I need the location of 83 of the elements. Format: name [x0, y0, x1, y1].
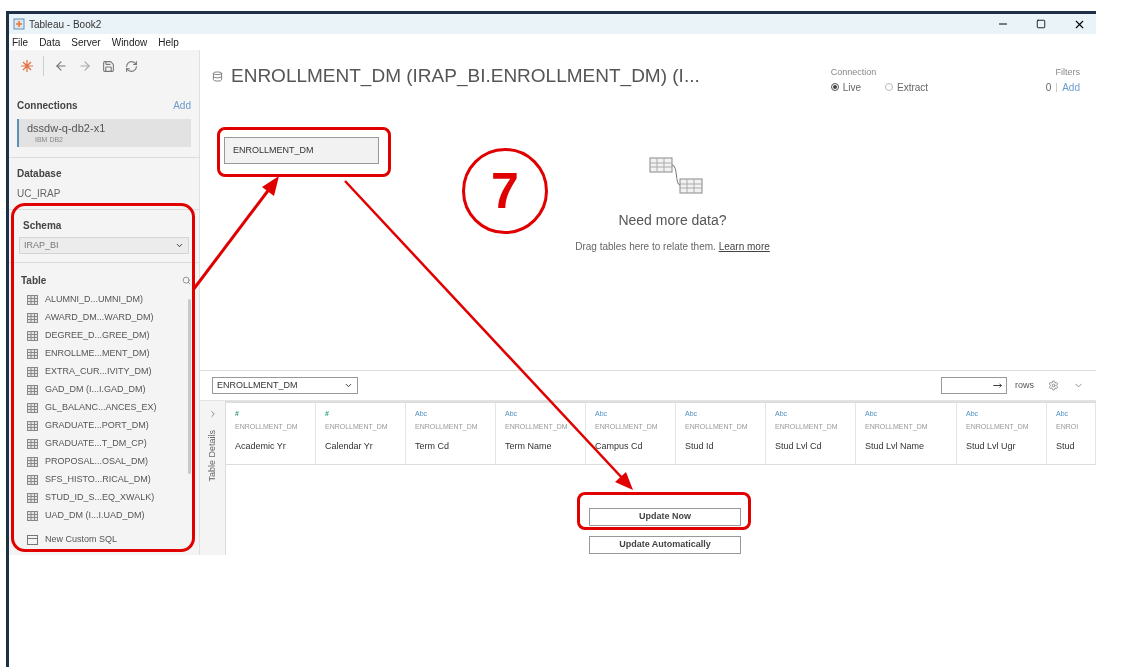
table-list-item[interactable]: ALUMNI_D...UMNI_DM)	[27, 291, 188, 309]
table-icon	[27, 349, 38, 359]
scrollbar[interactable]	[188, 299, 191, 474]
column-name: Stud	[1056, 440, 1076, 453]
column-name: Stud Lvl Cd	[775, 440, 823, 453]
column-name: Campus Cd	[595, 440, 644, 453]
table-list-item[interactable]: PROPOSAL...OSAL_DM)	[27, 453, 188, 471]
column-name: Term Name	[505, 440, 553, 453]
table-icon	[27, 313, 38, 323]
table-icon	[27, 493, 38, 503]
table-details-panel[interactable]: Table Details	[200, 401, 226, 555]
table-icon	[27, 295, 38, 305]
table-list-item[interactable]: DEGREE_D...GREE_DM)	[27, 327, 188, 345]
table-list-item[interactable]: GRADUATE...PORT_DM)	[27, 417, 188, 435]
table-list-item[interactable]: GL_BALANC...ANCES_EX)	[27, 399, 188, 417]
table-icon	[27, 511, 38, 521]
settings-icon[interactable]	[1048, 380, 1059, 391]
connection-name: dssdw-q-db2-x1	[27, 122, 107, 135]
menu-item[interactable]: Data	[39, 34, 61, 50]
column-name: Term Cd	[415, 440, 450, 453]
filters-label: Filters	[1055, 66, 1080, 79]
table-icon	[27, 439, 38, 449]
column-name: Stud Id	[685, 440, 715, 453]
table-icon	[27, 475, 38, 485]
table-list-item[interactable]: ENROLLME...MENT_DM)	[27, 345, 188, 363]
section-heading: Connections	[17, 99, 78, 113]
column-name: Calendar Yr	[325, 440, 374, 453]
update-button[interactable]: Update Now	[589, 508, 741, 526]
rows-label: rows	[1015, 378, 1034, 392]
caret-icon	[175, 241, 184, 250]
forward-icon[interactable]	[78, 59, 92, 73]
search-icon[interactable]	[182, 276, 191, 285]
table-list-item[interactable]: GRADUATE...T_DM_CP)	[27, 435, 188, 453]
menu-item[interactable]: Window	[111, 34, 148, 50]
table-list-item[interactable]: UAD_DM (I...I.UAD_DM)	[27, 507, 188, 525]
refresh-icon[interactable]	[125, 59, 138, 73]
table-list-item[interactable]: STUD_ID_S...EQ_XWALK)	[27, 489, 188, 507]
learn-more-link[interactable]: Learn more	[718, 241, 770, 252]
step-number: 7	[462, 148, 548, 234]
back-icon[interactable]	[54, 59, 68, 73]
table-icon	[27, 385, 38, 395]
table-dropdown[interactable]: ENROLLMENT_DM	[212, 377, 358, 394]
section-heading: Database	[17, 167, 63, 181]
column-name: Stud Lvl Name	[865, 440, 926, 453]
connection-radio[interactable]: Extract	[885, 79, 929, 95]
table-list-item[interactable]: AWARD_DM...WARD_DM)	[27, 309, 188, 327]
schema-dropdown[interactable]: IRAP_BI	[19, 237, 189, 254]
menu-item[interactable]: Help	[158, 34, 179, 50]
save-icon[interactable]	[102, 59, 115, 73]
logo-icon	[21, 60, 33, 72]
menu-item[interactable]: Server	[71, 34, 101, 50]
empty-state-text: Drag tables here to relate them. Learn more	[575, 240, 770, 254]
connection-radio[interactable]: Live	[830, 79, 861, 95]
table-list-item[interactable]: SFS_HISTO...RICAL_DM)	[27, 471, 188, 489]
section-heading: Table	[20, 274, 47, 288]
app-logo-icon	[13, 18, 25, 30]
column-name: Academic Yr	[235, 440, 287, 453]
table-icon	[27, 367, 38, 377]
table-icon	[27, 421, 38, 431]
filter-count: 0	[1045, 80, 1052, 95]
section-heading: Schema	[22, 219, 63, 233]
table-icon	[27, 457, 38, 467]
canvas-table[interactable]: ENROLLMENT_DM	[224, 137, 379, 164]
table-list-item[interactable]: EXTRA_CUR...IVITY_DM)	[27, 363, 188, 381]
empty-state-title: Need more data?	[618, 211, 727, 230]
table-details-label: Table Details	[205, 430, 218, 482]
sql-table-icon	[27, 534, 38, 545]
update-button[interactable]: Update Automatically	[589, 536, 741, 554]
menu-item[interactable]: File	[12, 34, 29, 50]
table-list-item[interactable]: GAD_DM (I...I.GAD_DM)	[27, 381, 188, 399]
data-source-title[interactable]: ENROLLMENT_DM (IRAP_BI.ENROLLMENT_DM) (I...	[231, 62, 700, 91]
custom-sql-item[interactable]: New Custom SQL	[9, 533, 199, 547]
connection-label: Connection	[830, 66, 878, 79]
arrow-icon	[993, 381, 1002, 390]
table-icon	[27, 331, 38, 341]
database-name: UC_IRAP	[17, 187, 62, 201]
caret-icon	[344, 381, 353, 390]
window-title: Tableau - Book2	[29, 17, 102, 32]
column-name: Stud Lvl Ugr	[966, 440, 1017, 453]
rows-input[interactable]	[941, 377, 1007, 394]
database-icon	[212, 71, 223, 82]
maximize-icon	[1036, 19, 1046, 29]
table-icon	[27, 403, 38, 413]
